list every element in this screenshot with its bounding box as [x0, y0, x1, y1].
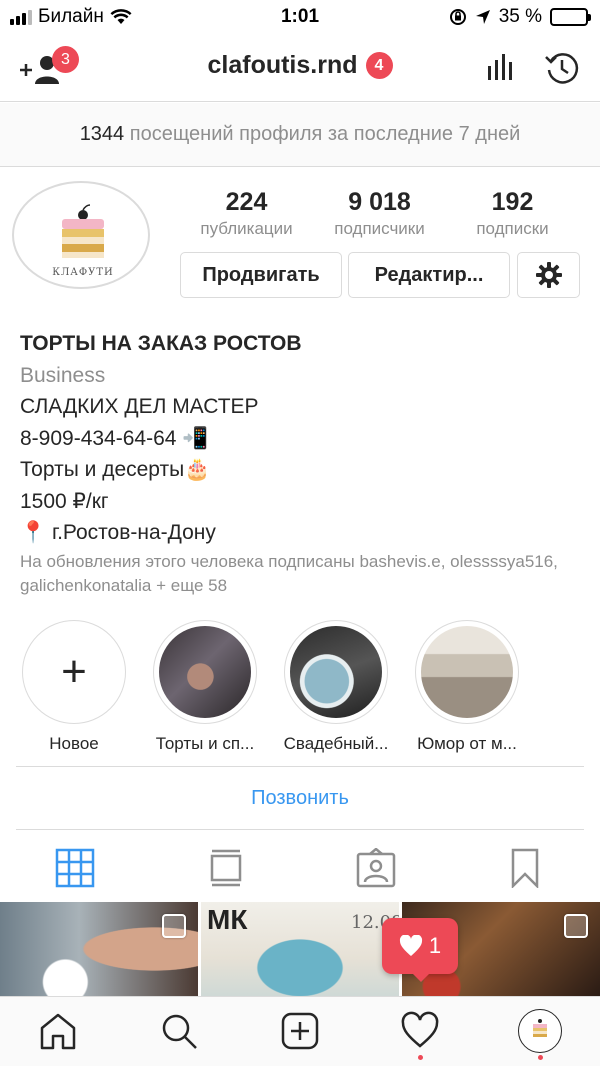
stat-followers-label: подписчики: [334, 219, 425, 238]
new-post-icon[interactable]: [280, 1011, 320, 1051]
post-mk-text: МК: [207, 904, 248, 935]
avatar[interactable]: КЛАФУТИ: [12, 181, 150, 289]
avatar-brand-text: КЛАФУТИ: [52, 267, 114, 278]
highlight-ring: [284, 620, 388, 724]
call-button[interactable]: Позвонить: [0, 776, 600, 820]
highlight-label: Свадебный...: [283, 734, 389, 753]
highlight-label: Новое: [49, 734, 99, 753]
avatar-image: КЛАФУТИ: [12, 181, 150, 289]
activity-dot: [418, 1055, 423, 1060]
insights-icon[interactable]: [486, 52, 516, 82]
bio-price: 1500 ₽/кг: [20, 489, 109, 513]
username-badge: 4: [365, 52, 393, 79]
highlight-label: Юмор от м...: [417, 734, 517, 753]
highlight-cover-image: [290, 626, 382, 718]
gear-icon: [535, 262, 562, 288]
battery-percent: 35 %: [498, 6, 542, 27]
highlight-ring: [415, 620, 519, 724]
bio-phone[interactable]: 8-909-434-64-64 📲: [20, 423, 590, 455]
visits-text: посещений профиля за последние 7 дней: [129, 123, 521, 145]
highlight-new-ring: +: [22, 620, 126, 724]
avatar-thumb: [533, 1019, 547, 1037]
highlight-new[interactable]: + Новое: [9, 620, 139, 754]
history-icon[interactable]: [544, 50, 580, 86]
stat-following-label: подписки: [476, 219, 549, 238]
profile-visits-banner[interactable]: 1344 посещений профиля за последние 7 дн…: [0, 103, 600, 167]
profile-display-name: ТОРТЫ НА ЗАКАЗ РОСТОВ: [20, 332, 302, 355]
feed-icon[interactable]: [206, 848, 246, 888]
status-right: 35 %: [449, 6, 591, 28]
divider: [16, 766, 584, 767]
story-highlights: + Новое Торты и сп... Свадебный... Юмор …: [0, 620, 600, 756]
rotation-lock-icon: [449, 9, 466, 25]
multiple-photos-icon: [564, 914, 588, 938]
saved-icon[interactable]: [505, 848, 545, 888]
highlight-cover-image: [421, 626, 513, 718]
followed-by-text[interactable]: На обновления этого человека подписаны b…: [20, 550, 580, 598]
activity-icon[interactable]: [400, 1011, 440, 1051]
bottom-nav: [0, 996, 600, 1066]
settings-button[interactable]: [517, 252, 580, 298]
profile-bio: ТОРТЫ НА ЗАКАЗ РОСТОВ Business СЛАДКИХ Д…: [20, 328, 590, 549]
bio-line-1: СЛАДКИХ ДЕЛ МАСТЕР: [20, 395, 259, 418]
battery-icon: [550, 8, 591, 26]
highlight-item[interactable]: Свадебный...: [271, 620, 401, 754]
heart-icon: [399, 935, 422, 956]
home-icon[interactable]: [38, 1011, 78, 1051]
highlight-cover-image: [159, 626, 251, 718]
highlight-item[interactable]: Юмор от м...: [402, 620, 532, 754]
location-arrow-icon: [475, 10, 490, 24]
bio-location: 📍 г.Ростов-на-Дону: [20, 521, 216, 544]
highlight-ring: [153, 620, 257, 724]
visits-count: 1344: [79, 123, 125, 145]
promote-button[interactable]: Продвигать: [180, 252, 342, 298]
stat-following-value: 192: [491, 188, 534, 216]
profile-stats: 224 публикации 9 018 подписчики 192 подп…: [180, 188, 580, 239]
search-icon[interactable]: [159, 1011, 199, 1051]
profile-category: Business: [20, 363, 106, 387]
status-bar: Билайн 1:01 35 %: [0, 0, 600, 34]
stat-followers-value: 9 018: [348, 188, 411, 216]
bio-line-3: Торты и десерты🎂: [20, 458, 211, 481]
stat-posts[interactable]: 224 публикации: [180, 188, 313, 239]
multiple-photos-icon: [162, 914, 186, 938]
plus-icon: +: [61, 647, 87, 696]
stat-posts-value: 224: [225, 188, 268, 216]
post-thumbnail[interactable]: МК 12.08: [201, 902, 399, 996]
like-notification[interactable]: 1: [382, 918, 458, 982]
profile-tabs: [0, 830, 600, 902]
edit-profile-button[interactable]: Редактир...: [348, 252, 510, 298]
like-count: 1: [428, 933, 442, 958]
stat-posts-label: публикации: [200, 219, 293, 238]
grid-icon[interactable]: [55, 848, 95, 888]
posts-grid: МК 12.08: [0, 902, 600, 996]
top-nav: 3 clafoutis.rnd 4: [0, 34, 600, 102]
stat-followers[interactable]: 9 018 подписчики: [313, 188, 446, 239]
highlight-item[interactable]: Торты и сп...: [140, 620, 270, 754]
profile-dot: [538, 1055, 543, 1060]
post-thumbnail[interactable]: [0, 902, 198, 996]
username: clafoutis.rnd: [207, 51, 358, 79]
highlight-label: Торты и сп...: [155, 734, 255, 753]
stat-following[interactable]: 192 подписки: [446, 188, 579, 239]
tagged-icon[interactable]: [356, 848, 396, 888]
profile-icon[interactable]: [518, 1009, 562, 1053]
